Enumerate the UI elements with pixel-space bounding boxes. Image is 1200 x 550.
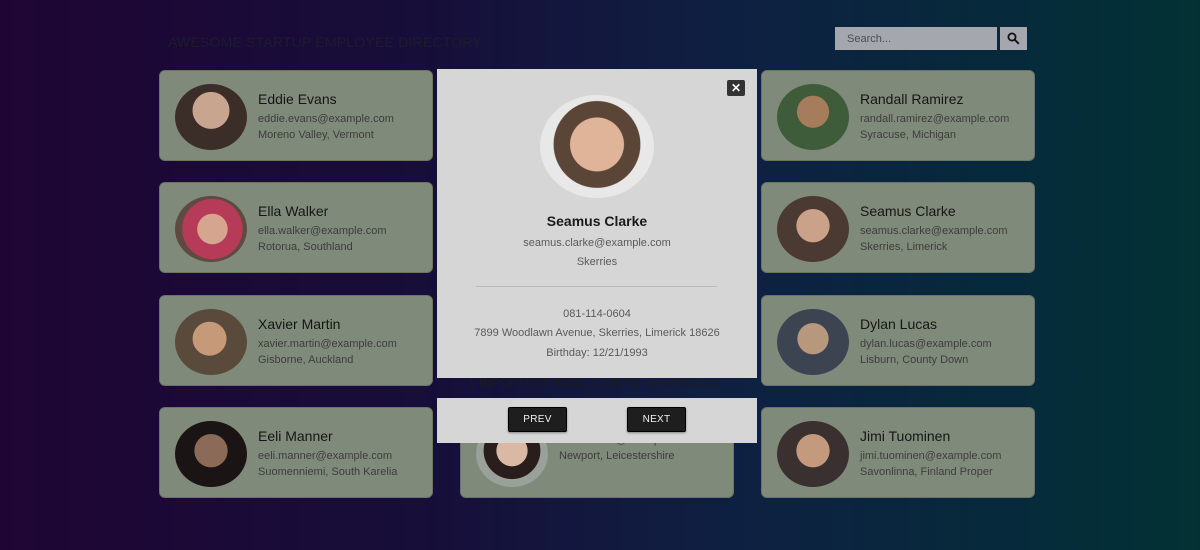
page-title: AWESOME STARTUP EMPLOYEE DIRECTORY	[168, 34, 482, 50]
employee-modal: ✕ Seamus Clarke seamus.clarke@example.co…	[437, 69, 757, 378]
employee-email: seamus.clarke@example.com	[860, 225, 1008, 237]
employee-location: Syracuse, Michigan	[860, 129, 956, 141]
modal-divider	[476, 286, 717, 287]
avatar	[777, 309, 849, 375]
modal-address: 7899 Woodlawn Avenue, Skerries, Limerick…	[474, 327, 720, 339]
employee-name: Xavier Martin	[258, 316, 341, 332]
search-button[interactable]	[1000, 27, 1027, 50]
avatar	[777, 421, 849, 487]
magnifier-icon	[1007, 32, 1020, 45]
employee-email: randall.ramirez@example.com	[860, 113, 1010, 125]
employee-email: eeli.manner@example.com	[258, 450, 393, 462]
employee-location: Lisburn, County Down	[860, 354, 969, 366]
modal-birthday: Birthday: 12/21/1993	[546, 347, 648, 359]
background-note: // IMPORTANT: Below is only for exceeds …	[469, 376, 721, 390]
employee-card[interactable]: Eeli Manner eeli.manner@example.com Suom…	[159, 407, 433, 498]
employee-name: Ella Walker	[258, 203, 329, 219]
employee-name: Seamus Clarke	[860, 203, 956, 219]
employee-name: Jimi Tuominen	[860, 428, 951, 444]
modal-phone: 081-114-0604	[563, 308, 631, 320]
employee-location: Moreno Valley, Vermont	[258, 129, 374, 141]
employee-email: ella.walker@example.com	[258, 225, 387, 237]
employee-name: Eddie Evans	[258, 91, 337, 107]
avatar	[175, 196, 247, 262]
modal-city: Skerries	[576, 256, 618, 268]
close-button[interactable]: ✕	[727, 80, 745, 96]
employee-location: Gisborne, Auckland	[258, 354, 354, 366]
employee-name: Randall Ramirez	[860, 91, 964, 107]
employee-name: Dylan Lucas	[860, 316, 938, 332]
employee-card[interactable]: Xavier Martin xavier.martin@example.com …	[159, 295, 433, 386]
modal-avatar	[540, 95, 654, 198]
employee-location: Suomenniemi, South Karelia	[258, 466, 398, 478]
employee-card[interactable]: Dylan Lucas dylan.lucas@example.com Lisb…	[761, 295, 1035, 386]
employee-email: eddie.evans@example.com	[258, 113, 394, 125]
employee-name: Eeli Manner	[258, 428, 333, 444]
employee-card[interactable]: Jimi Tuominen jimi.tuominen@example.com …	[761, 407, 1035, 498]
search-input[interactable]	[835, 27, 997, 50]
avatar	[777, 84, 849, 150]
avatar	[175, 421, 247, 487]
prev-button[interactable]: PREV	[508, 407, 567, 432]
employee-card[interactable]: Seamus Clarke seamus.clarke@example.com …	[761, 182, 1035, 273]
employee-email: dylan.lucas@example.com	[860, 338, 992, 350]
employee-card[interactable]: Randall Ramirez randall.ramirez@example.…	[761, 70, 1035, 161]
next-button[interactable]: NEXT	[627, 407, 686, 432]
modal-email: seamus.clarke@example.com	[523, 237, 671, 249]
modal-navigation: PREV NEXT	[437, 398, 757, 443]
employee-email: xavier.martin@example.com	[258, 338, 397, 350]
employee-location: Skerries, Limerick	[860, 241, 948, 253]
employee-card[interactable]: Eddie Evans eddie.evans@example.com More…	[159, 70, 433, 161]
avatar	[175, 84, 247, 150]
modal-name: Seamus Clarke	[546, 213, 648, 229]
employee-email: jimi.tuominen@example.com	[860, 450, 1002, 462]
avatar	[175, 309, 247, 375]
employee-location: Newport, Leicestershire	[559, 450, 675, 462]
employee-card[interactable]: Ella Walker ella.walker@example.com Roto…	[159, 182, 433, 273]
employee-location: Savonlinna, Finland Proper	[860, 466, 993, 478]
avatar	[777, 196, 849, 262]
employee-location: Rotorua, Southland	[258, 241, 353, 253]
